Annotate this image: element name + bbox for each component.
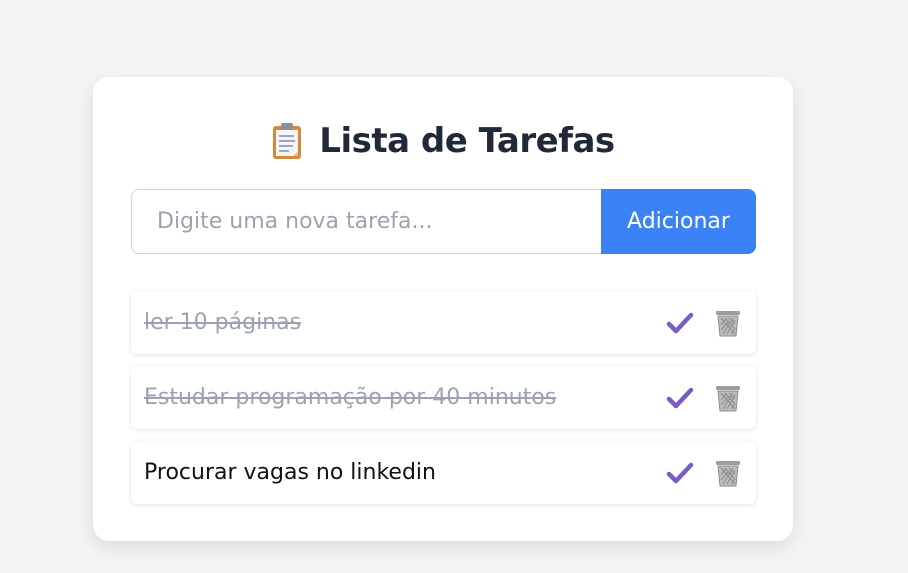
task-item: ler 10 páginas: [131, 291, 756, 354]
add-button[interactable]: Adicionar: [601, 189, 756, 254]
check-icon[interactable]: [666, 309, 694, 337]
check-icon[interactable]: [666, 459, 694, 487]
task-text: Procurar vagas no linkedin: [144, 460, 436, 485]
task-list: ler 10 páginas Estudar programação por 4…: [131, 291, 756, 516]
task-actions: [666, 459, 742, 487]
task-input[interactable]: [131, 189, 601, 254]
header: Lista de Tarefas: [93, 118, 793, 164]
trash-icon[interactable]: [714, 384, 742, 412]
task-text: ler 10 páginas: [144, 310, 302, 335]
check-icon[interactable]: [666, 384, 694, 412]
task-actions: [666, 384, 742, 412]
todo-card: Lista de Tarefas Adicionar ler 10 página…: [93, 77, 793, 541]
task-actions: [666, 309, 742, 337]
task-item: Procurar vagas no linkedin: [131, 441, 756, 504]
page-title: Lista de Tarefas: [319, 121, 615, 161]
add-task-form: Adicionar: [131, 189, 756, 254]
trash-icon[interactable]: [714, 309, 742, 337]
task-item: Estudar programação por 40 minutos: [131, 366, 756, 429]
task-text: Estudar programação por 40 minutos: [144, 385, 557, 410]
trash-icon[interactable]: [714, 459, 742, 487]
clipboard-icon: [271, 122, 303, 160]
